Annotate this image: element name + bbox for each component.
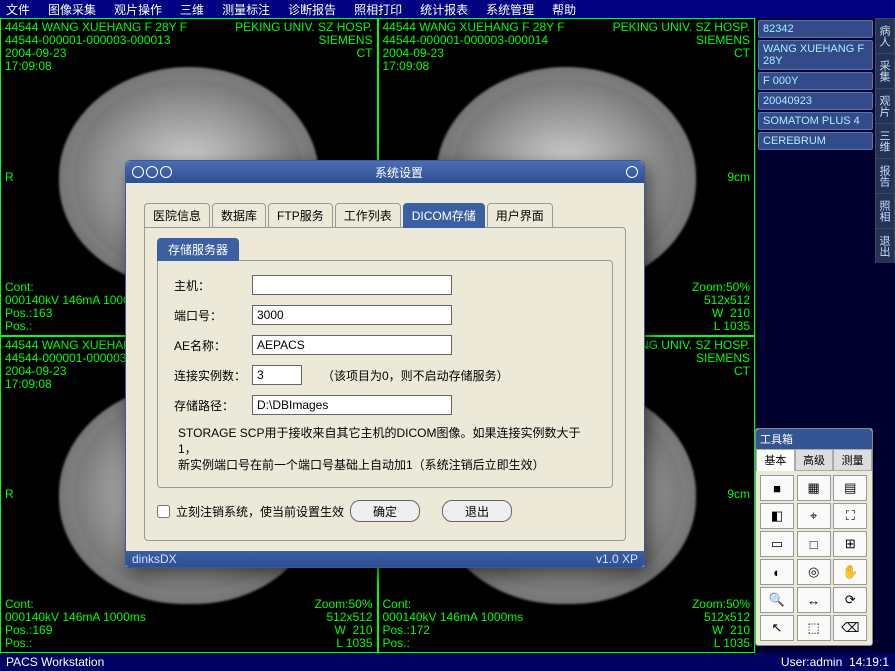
tab-ui[interactable]: 用户界面 — [487, 203, 553, 228]
sidebar-tabs: 病人 采集 观片 三维 报告 照相 退出 — [875, 18, 895, 653]
overlay-br: Zoom:50% 512x512 W 210 L 1035 — [314, 598, 372, 650]
storage-note: STORAGE SCP用于接收来自其它主机的DICOM图像。如果连接实例数大于1… — [174, 425, 596, 473]
tab-dicom-storage[interactable]: DICOM存储 — [403, 203, 485, 228]
label-path: 存储路径： — [174, 397, 252, 414]
label-port: 端口号： — [174, 307, 252, 324]
patient-body[interactable]: CEREBRUM — [758, 132, 873, 150]
subtab-storage-server[interactable]: 存储服务器 — [157, 238, 239, 261]
crosshair-icon[interactable]: ⌖ — [797, 503, 831, 529]
vtab-patient[interactable]: 病人 — [875, 18, 895, 53]
menu-help[interactable]: 帮助 — [552, 1, 576, 18]
menu-stats[interactable]: 统计报表 — [420, 1, 468, 18]
menu-file[interactable]: 文件 — [6, 1, 30, 18]
vtab-3d[interactable]: 三维 — [875, 123, 895, 158]
ae-input[interactable] — [252, 335, 452, 355]
flip-icon[interactable]: ↔ — [797, 587, 831, 613]
status-time: 14:19:1 — [849, 655, 889, 669]
tab-worklist[interactable]: 工作列表 — [335, 203, 401, 228]
overlay-tr: PEKING UNIV. SZ HOSP. SIEMENS CT — [235, 21, 372, 60]
toolbox-tab-adv[interactable]: 高级 — [795, 449, 834, 471]
label-host: 主机： — [174, 277, 252, 294]
pointer-icon[interactable]: ↖ — [760, 615, 794, 641]
minimize-icon[interactable] — [132, 166, 144, 178]
cancel-button[interactable]: 退出 — [442, 500, 512, 522]
rect1-icon[interactable]: ▭ — [760, 531, 794, 557]
dialog-titlebar[interactable]: 系统设置 — [126, 161, 644, 183]
toolbox: 工具箱 基本 高级 测量 ■ ▦ ▤ ◧ ⌖ ⛶ ▭ □ ⊞ ◐ ◎ ✋ 🔍 ↔… — [755, 428, 873, 646]
select-icon[interactable]: ⬚ — [797, 615, 831, 641]
menu-measure[interactable]: 测量标注 — [222, 1, 270, 18]
menu-3d[interactable]: 三维 — [180, 1, 204, 18]
menu-system[interactable]: 系统管理 — [486, 1, 534, 18]
toolbox-tab-measure[interactable]: 测量 — [833, 449, 872, 471]
menu-print[interactable]: 照相打印 — [354, 1, 402, 18]
overlay-scale: 9cm — [727, 170, 750, 184]
vtab-acquire[interactable]: 采集 — [875, 53, 895, 88]
instances-note: （该项目为0，则不启动存储服务） — [322, 367, 509, 384]
invert-icon[interactable]: ◐ — [760, 559, 794, 585]
tool-grid: ■ ▦ ▤ ◧ ⌖ ⛶ ▭ □ ⊞ ◐ ◎ ✋ 🔍 ↔ ⟳ ↖ ⬚ ⌫ — [756, 471, 872, 645]
target-icon[interactable]: ◎ — [797, 559, 831, 585]
vtab-view[interactable]: 观片 — [875, 88, 895, 123]
logout-label: 立刻注销系统，使当前设置生效 — [176, 503, 344, 520]
overlay-tr: PEKING UNIV. SZ HOSP. SIEMENS CT — [613, 21, 750, 60]
rect2-icon[interactable]: □ — [797, 531, 831, 557]
instances-input[interactable] — [252, 365, 302, 385]
overlay-bl: Cont: 000140kV 146mA 1000ms Pos.:169 Pos… — [5, 598, 146, 650]
overlay-bl: Cont: 000140kV 146mA 1000ms Pos.:172 Pos… — [383, 598, 524, 650]
close-icon[interactable] — [626, 166, 638, 178]
patient-name[interactable]: WANG XUEHANG F 28Y — [758, 40, 873, 70]
patient-id[interactable]: 82342 — [758, 20, 873, 38]
patient-date[interactable]: 20040923 — [758, 92, 873, 110]
overlay-scale: 9cm — [727, 487, 750, 501]
layout-2-icon[interactable]: ▦ — [797, 475, 831, 501]
rotate-icon[interactable]: ⟳ — [833, 587, 867, 613]
delete-icon[interactable]: ⌫ — [833, 615, 867, 641]
tab-ftp[interactable]: FTP服务 — [268, 203, 333, 228]
label-instances: 连接实例数： — [174, 367, 252, 384]
layout-3-icon[interactable]: ▤ — [833, 475, 867, 501]
toolbox-tab-basic[interactable]: 基本 — [756, 449, 795, 471]
status-left: PACS Workstation — [6, 655, 104, 669]
settings-dialog: 系统设置 医院信息 数据库 FTP服务 工作列表 DICOM存储 用户界面 存储… — [125, 160, 645, 568]
pan-icon[interactable]: ✋ — [833, 559, 867, 585]
overlay-tl: 44544 WANG XUEHANG F 28Y F 44544-000001-… — [5, 21, 187, 73]
main-menu: 文件 图像采集 观片操作 三维 测量标注 诊断报告 照相打印 统计报表 系统管理… — [0, 0, 895, 18]
label-ae: AE名称： — [174, 337, 252, 354]
menu-acquire[interactable]: 图像采集 — [48, 1, 96, 18]
port-input[interactable] — [252, 305, 452, 325]
ok-button[interactable]: 确定 — [350, 500, 420, 522]
toolbox-title: 工具箱 — [756, 429, 872, 449]
tab-hospital[interactable]: 医院信息 — [144, 203, 210, 228]
fit-icon[interactable]: ⛶ — [833, 503, 867, 529]
patient-sex[interactable]: F 000Y — [758, 72, 873, 90]
zoom-icon[interactable]: 🔍 — [760, 587, 794, 613]
maximize-icon[interactable] — [146, 166, 158, 178]
restore-icon[interactable] — [160, 166, 172, 178]
menu-view[interactable]: 观片操作 — [114, 1, 162, 18]
grid-icon[interactable]: ⊞ — [833, 531, 867, 557]
dialog-footer-r: v1.0 XP — [596, 552, 638, 566]
layout-1-icon[interactable]: ■ — [760, 475, 794, 501]
overlay-R: R — [5, 170, 14, 184]
host-input[interactable] — [252, 275, 452, 295]
tab-database[interactable]: 数据库 — [212, 203, 266, 228]
overlay-br: Zoom:50% 512x512 W 210 L 1035 — [692, 598, 750, 650]
overlay-br: Zoom:50% 512x512 W 210 L 1035 — [692, 281, 750, 333]
vtab-print[interactable]: 照相 — [875, 193, 895, 228]
vtab-report[interactable]: 报告 — [875, 158, 895, 193]
overlay-tl: 44544 WANG XUEHANG F 28Y F 44544-000001-… — [383, 21, 565, 73]
status-bar: PACS Workstation User:admin 14:19:1 — [0, 653, 895, 671]
dialog-footer-l: dinksDX — [132, 552, 177, 566]
layout-4-icon[interactable]: ◧ — [760, 503, 794, 529]
dialog-title: 系统设置 — [172, 164, 626, 181]
patient-modality[interactable]: SOMATOM PLUS 4 — [758, 112, 873, 130]
overlay-R: R — [5, 487, 14, 501]
status-user: User:admin — [781, 655, 842, 669]
logout-checkbox[interactable] — [157, 505, 170, 518]
vtab-exit[interactable]: 退出 — [875, 228, 895, 263]
menu-report[interactable]: 诊断报告 — [288, 1, 336, 18]
path-input[interactable] — [252, 395, 452, 415]
